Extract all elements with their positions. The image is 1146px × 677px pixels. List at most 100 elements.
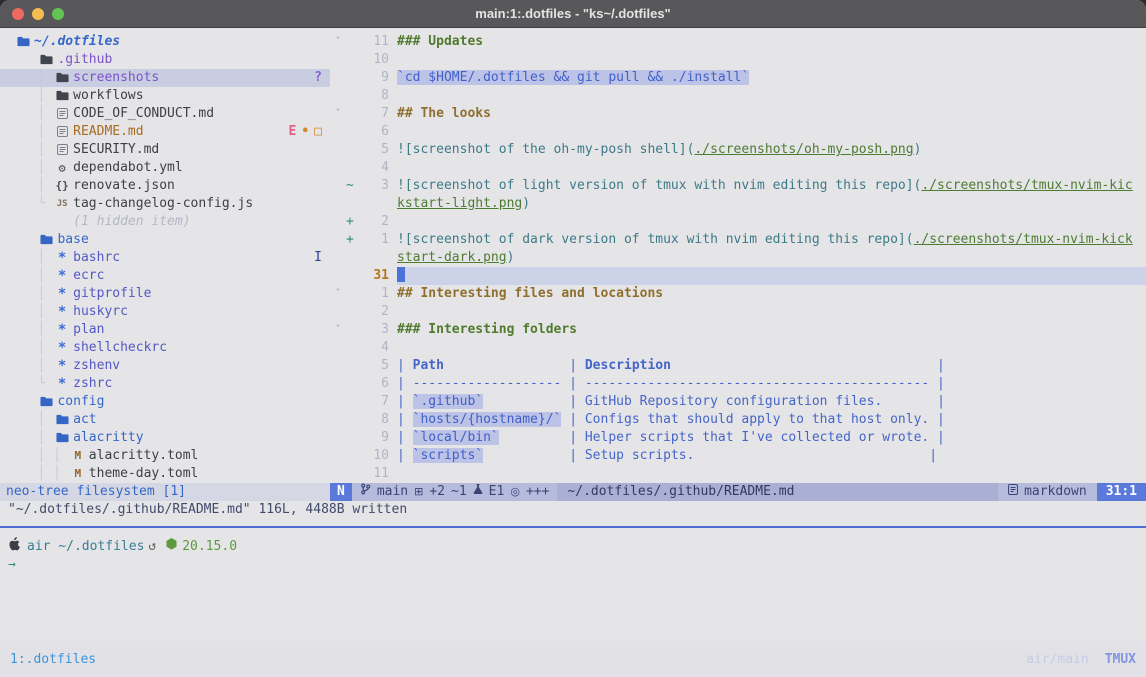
tree-item-theme-day-toml[interactable]: │ │ Mtheme-day.toml [0,465,330,483]
cursor-position: 31:1 [1097,483,1146,501]
vim-statusline: N main ⊞ +2 ~1 E1 ◎ +++ ~/.dotfiles/.git… [330,483,1146,501]
file-icon [53,105,71,123]
shell-pane[interactable]: air ~/.dotfiles ↺ 20.15.0 → [0,528,1146,574]
neo-tree-panel[interactable]: ~/.dotfiles .github │ screenshots? │ wor… [0,28,330,483]
star-icon: * [53,357,71,375]
tree-item-label: zshrc [71,375,112,393]
tree-item-dependabot-yml[interactable]: │ ⚙dependabot.yml [0,159,330,177]
diff-changed: ~1 [451,483,467,501]
editor-line[interactable]: 9| `local/bin` | Helper scripts that I'v… [330,429,1146,447]
cmdline-message: "~/.dotfiles/.github/README.md" 116L, 44… [0,501,1146,519]
editor-line[interactable]: ~3![screenshot of light version of tmux … [330,177,1146,195]
tree-item-badges: ? [314,69,322,87]
editor-buffer[interactable]: ˇ11### Updates109`cd $HOME/.dotfiles && … [330,28,1146,483]
braces-icon: {} [53,177,71,195]
folder-icon [53,87,71,105]
editor-line[interactable]: 9`cd $HOME/.dotfiles && git pull && ./in… [330,69,1146,87]
editor-line[interactable]: 4 [330,159,1146,177]
tree-item-zshrc[interactable]: └ *zshrc [0,375,330,393]
star-icon: * [53,339,71,357]
tree-item-label: dependabot.yml [71,159,183,177]
terminal-window: main:1:.dotfiles - "ks~/.dotfiles" ~/.do… [0,0,1146,677]
star-icon: * [53,249,71,267]
editor-line[interactable]: 2 [330,303,1146,321]
editor-line[interactable]: 5![screenshot of the oh-my-posh shell](.… [330,141,1146,159]
star-icon: * [53,303,71,321]
tree-item-huskyrc[interactable]: │ *huskyrc [0,303,330,321]
editor-line[interactable]: ˇ7## The looks [330,105,1146,123]
editor-line[interactable]: +2 [330,213,1146,231]
tree-item-alacritty[interactable]: │ alacritty [0,429,330,447]
editor-line[interactable]: 11 [330,465,1146,483]
hunk-stats: +++ [526,483,549,501]
tree-item-renovate-json[interactable]: │ {}renovate.json [0,177,330,195]
editor-line[interactable]: 10| `scripts` | Setup scripts. | [330,447,1146,465]
tree-item-bashrc[interactable]: │ *bashrcI [0,249,330,267]
editor-line[interactable]: +1![screenshot of dark version of tmux w… [330,231,1146,249]
editor-line[interactable]: 7| `.github` | GitHub Repository configu… [330,393,1146,411]
editor-line[interactable]: 6| ------------------- | ---------------… [330,375,1146,393]
editor-line[interactable]: start-dark.png) [330,249,1146,267]
diff-added: +2 [429,483,445,501]
editor-line[interactable]: 5| Path | Description | [330,357,1146,375]
node-version: 20.15.0 [182,538,237,556]
tree-item-gitprofile[interactable]: │ *gitprofile [0,285,330,303]
editor-line[interactable]: 8 [330,87,1146,105]
tree-item-base[interactable]: base [0,231,330,249]
tree-item-tag-changelog-config-js[interactable]: └ JStag-changelog-config.js [0,195,330,213]
tree-item-label: README.md [71,123,143,141]
zoom-button[interactable] [52,8,64,20]
star-icon: * [53,375,71,393]
prompt-hostname: air [27,538,50,556]
tree-item-label: alacritty [71,429,143,447]
tree-item-act[interactable]: │ act [0,411,330,429]
mode-indicator: N [330,483,352,501]
tree-item-workflows[interactable]: │ workflows [0,87,330,105]
editor-line[interactable]: 31 [330,267,1146,285]
tree-item-badges: I [314,249,322,267]
diagnostics-count: E1 [489,483,505,501]
editor-line[interactable]: kstart-light.png) [330,195,1146,213]
tree-item-config[interactable]: config [0,393,330,411]
tree-item-ecrc[interactable]: │ *ecrc [0,267,330,285]
tree-item-label: alacritty.toml [87,447,199,465]
folder-icon [14,33,32,51]
minimize-button[interactable] [32,8,44,20]
tree-item-label: bashrc [71,249,120,267]
editor-line[interactable]: ˇ11### Updates [330,33,1146,51]
folder-icon [53,429,71,447]
git-branch-name: main [377,483,408,501]
tree-item-dotfiles[interactable]: ~/.dotfiles [0,33,330,51]
git-segment: main ⊞ +2 ~1 E1 ◎ +++ [352,483,558,501]
tmux-window-label[interactable]: 1:.dotfiles [10,652,96,667]
titlebar: main:1:.dotfiles - "ks~/.dotfiles" [0,0,1146,28]
tree-item-zshenv[interactable]: │ *zshenv [0,357,330,375]
editor-line[interactable]: 8| `hosts/{hostname}/` | Configs that sh… [330,411,1146,429]
editor-line[interactable]: 4 [330,339,1146,357]
tree-item-security-md[interactable]: │ SECURITY.md [0,141,330,159]
editor-line[interactable]: ˇ3### Interesting folders [330,321,1146,339]
traffic-lights [12,8,64,20]
tree-item-plan[interactable]: │ *plan [0,321,330,339]
tree-item-label: base [55,231,88,249]
toml-icon: M [69,447,87,465]
apple-icon [8,537,20,557]
tmux-status-bar: 1:.dotfiles air/main TMUX [0,641,1146,677]
tree-item-label: screenshots [71,69,159,87]
editor-line[interactable]: ˇ1## Interesting files and locations [330,285,1146,303]
tree-item-github[interactable]: .github [0,51,330,69]
git-sync-icon: ↺ [144,538,160,556]
tree-item-readme-md[interactable]: │ README.mdE•□ [0,123,330,141]
folder-icon [37,51,55,69]
close-button[interactable] [12,8,24,20]
editor-line[interactable]: 6 [330,123,1146,141]
tree-item-alacritty-toml[interactable]: │ │ Malacritty.toml [0,447,330,465]
editor-line[interactable]: 10 [330,51,1146,69]
prompt-path: ~/.dotfiles [58,538,144,556]
node-icon [166,538,177,556]
file-icon [53,141,71,159]
tree-item-screenshots[interactable]: │ screenshots? [0,69,330,87]
tree-item-shellcheckrc[interactable]: │ *shellcheckrc [0,339,330,357]
tree-item-badges: E•□ [289,123,322,141]
tree-item-code-of-conduct-md[interactable]: │ CODE_OF_CONDUCT.md [0,105,330,123]
